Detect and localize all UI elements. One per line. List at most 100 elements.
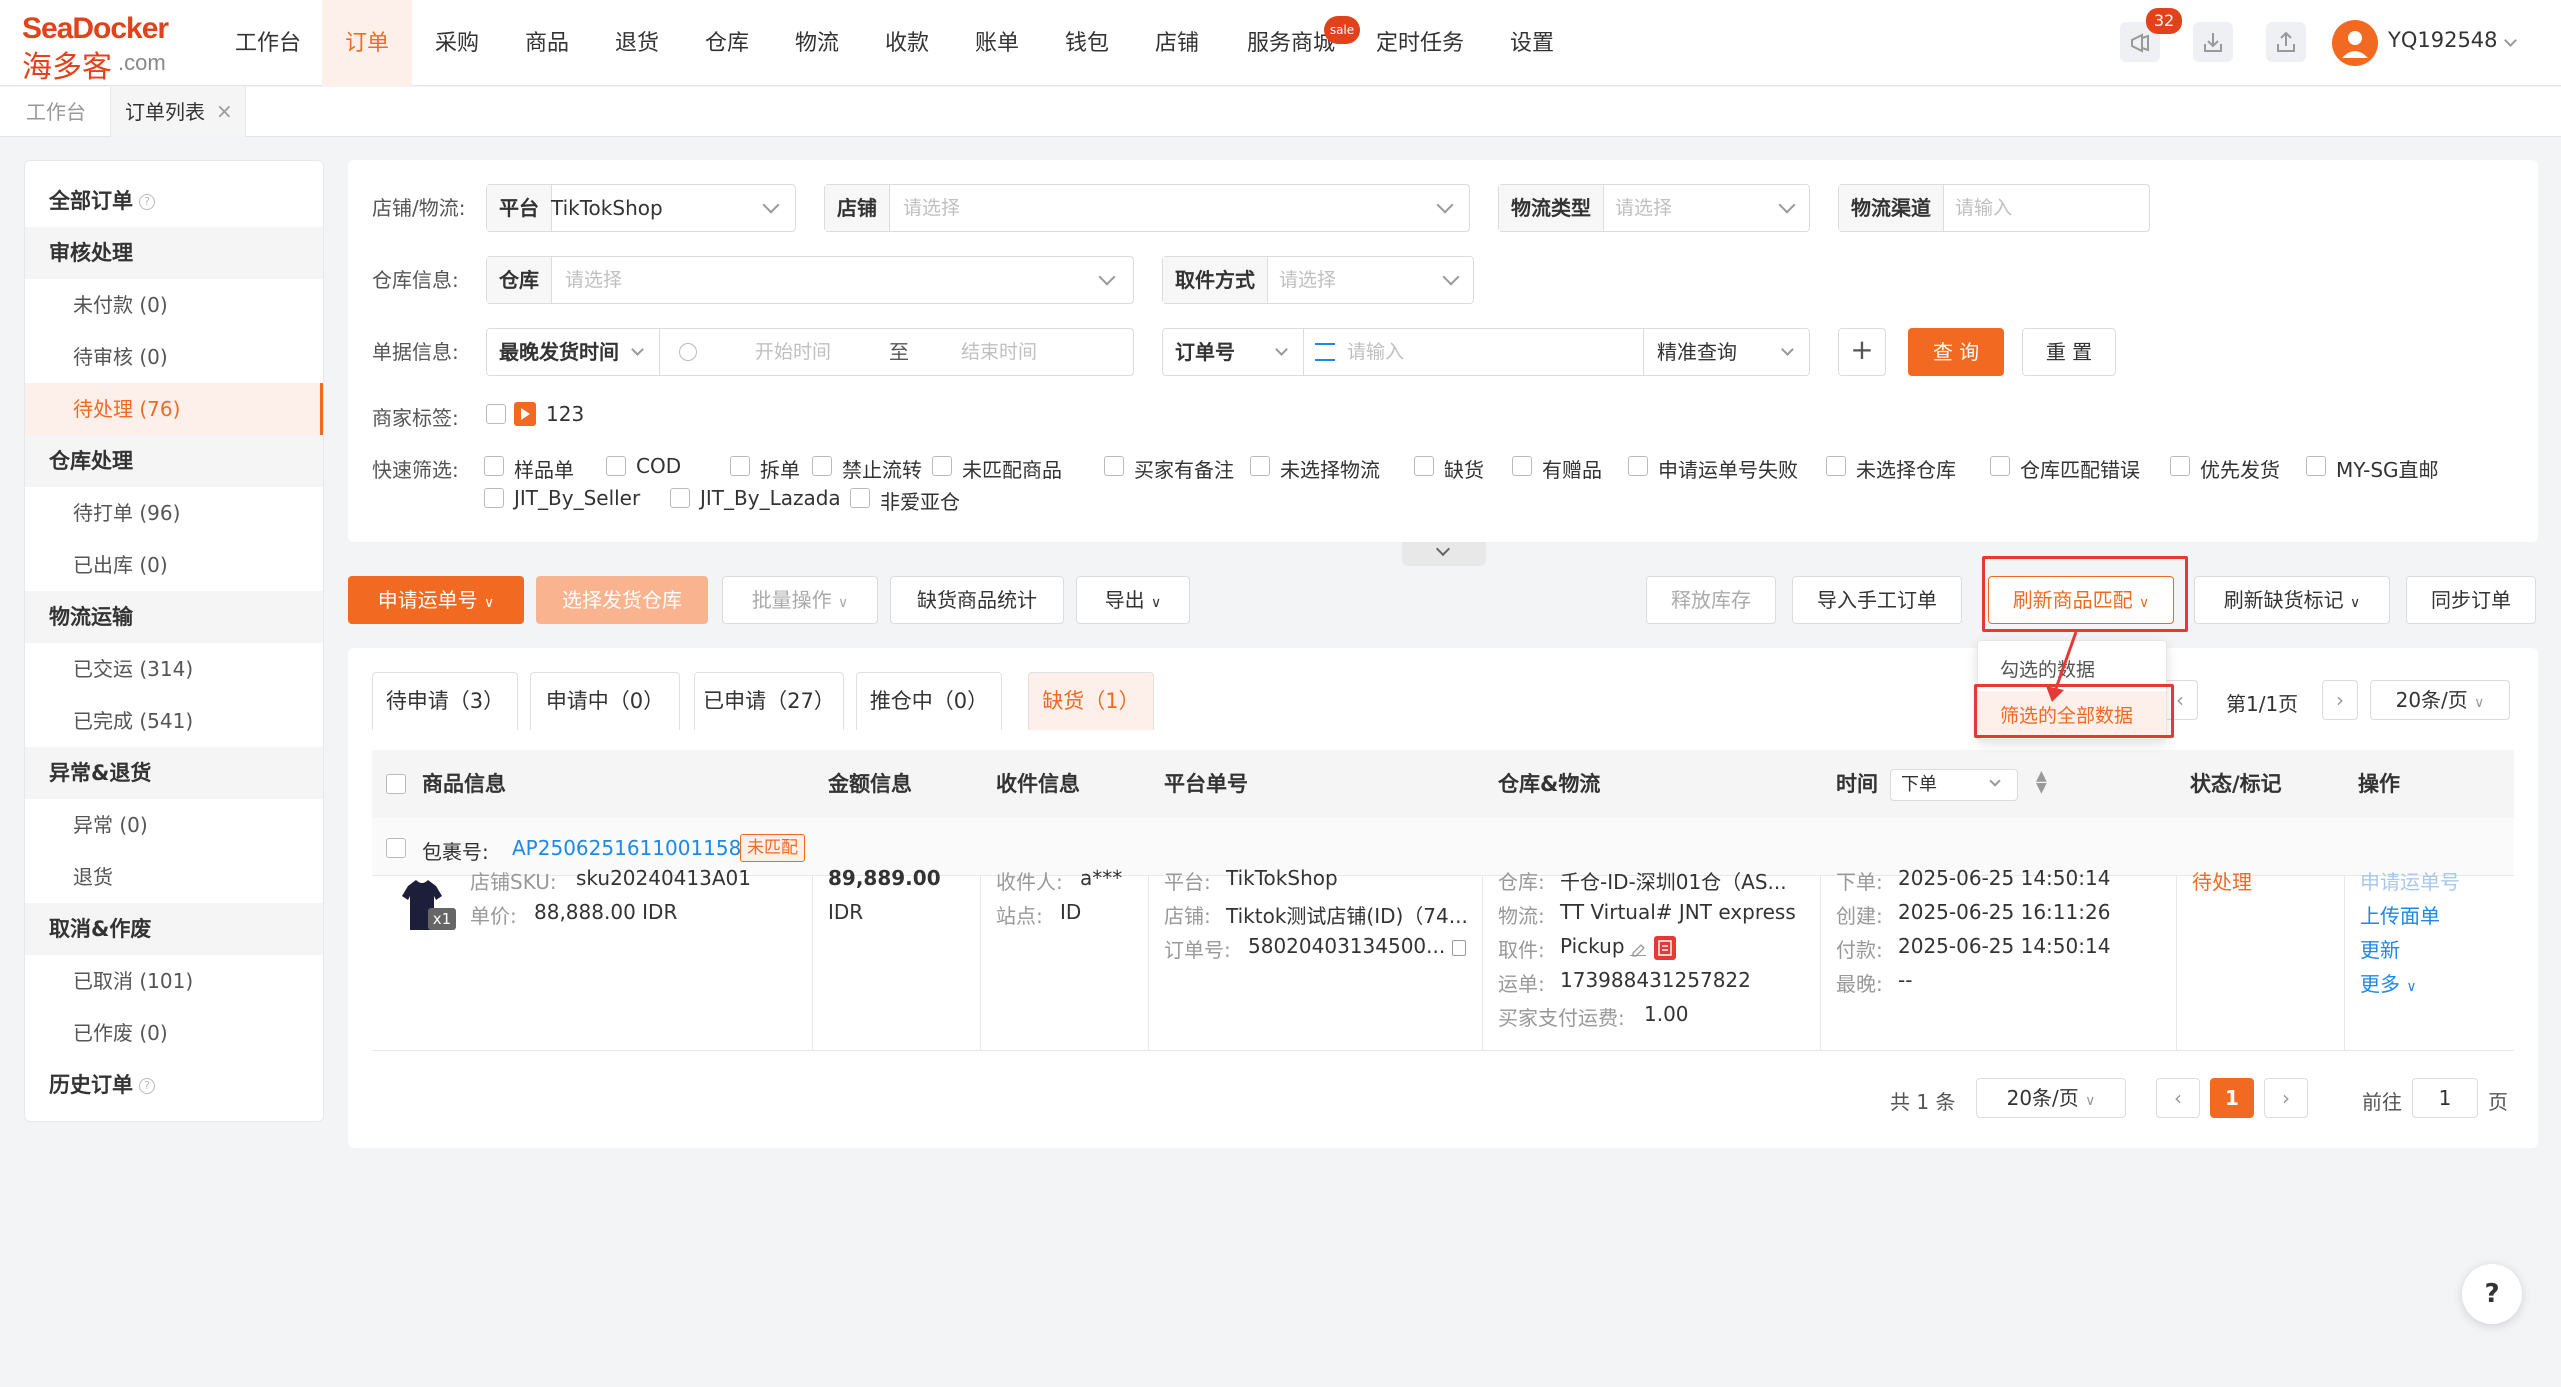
order-field-select[interactable]: 订单号 — [1175, 329, 1235, 375]
next-page-button[interactable]: › — [2264, 1078, 2308, 1118]
avatar[interactable] — [2332, 20, 2378, 66]
sidebar-item-shipped-out[interactable]: 已出库 (0) — [25, 539, 323, 591]
product-thumbnail[interactable]: x1 — [394, 866, 456, 938]
sidebar-history-orders[interactable]: 历史订单? — [25, 1059, 323, 1111]
nav-orders[interactable]: 订单 — [322, 0, 412, 86]
time-sort-select[interactable]: 下单 — [1890, 769, 2018, 801]
refresh-stockout-mark-button[interactable]: 刷新缺货标记 ∨ — [2194, 576, 2390, 624]
copy-icon[interactable] — [1452, 940, 1466, 956]
package-checkbox[interactable] — [386, 838, 406, 858]
sidebar-item-to-print[interactable]: 待打单 (96) — [25, 487, 323, 539]
tab-workbench[interactable]: 工作台 — [12, 87, 100, 137]
sidebar-group-cancel[interactable]: 取消&作废 — [25, 903, 323, 955]
quick-filter-checkbox[interactable] — [730, 456, 750, 476]
quick-filter-label[interactable]: 非爱亚仓 — [880, 486, 960, 515]
query-button[interactable]: 查 询 — [1908, 328, 2004, 376]
tag-checkbox[interactable] — [486, 404, 506, 424]
quick-filter-checkbox[interactable] — [812, 456, 832, 476]
page-size-select-top[interactable]: 20条/页 ∨ — [2370, 680, 2510, 720]
sidebar-group-review[interactable]: 审核处理 — [25, 227, 323, 279]
quick-filter-label[interactable]: 仓库匹配错误 — [2020, 454, 2140, 483]
update-link[interactable]: 更新 — [2360, 934, 2400, 963]
subtab-to-apply[interactable]: 待申请（3） — [372, 672, 518, 730]
quick-filter-label[interactable]: 有赠品 — [1542, 454, 1602, 483]
select-all-checkbox[interactable] — [386, 774, 406, 794]
quick-filter-label[interactable]: JIT_By_Lazada — [700, 486, 841, 510]
upload-icon[interactable] — [2266, 22, 2306, 62]
more-link[interactable]: 更多 ∨ — [2360, 968, 2417, 997]
select-warehouse-button[interactable]: 选择发货仓库 — [536, 576, 708, 624]
sort-icon[interactable]: ▲ ▼ — [2036, 769, 2047, 795]
quick-filter-checkbox[interactable] — [1104, 456, 1124, 476]
nav-shops[interactable]: 店铺 — [1140, 0, 1214, 86]
nav-returns[interactable]: 退货 — [600, 0, 674, 86]
sidebar-group-exceptions[interactable]: 异常&退货 — [25, 747, 323, 799]
quick-filter-checkbox[interactable] — [1512, 456, 1532, 476]
quick-filter-label[interactable]: 申请运单号失败 — [1658, 454, 1798, 483]
download-icon[interactable] — [2193, 22, 2233, 62]
sidebar-item-voided[interactable]: 已作废 (0) — [25, 1007, 323, 1059]
quick-filter-checkbox[interactable] — [1826, 456, 1846, 476]
user-chevron-down-icon[interactable] — [2504, 34, 2517, 47]
order-number-search[interactable]: 订单号 请输入 精准查询 — [1162, 328, 1810, 376]
shop-select[interactable]: 店铺 请选择 — [824, 184, 1470, 232]
platform-select[interactable]: 平台 TikTokShop — [486, 184, 796, 232]
sync-orders-button[interactable]: 同步订单 — [2406, 576, 2536, 624]
quick-filter-checkbox[interactable] — [670, 488, 690, 508]
end-time-input[interactable]: 结束时间 — [961, 329, 1037, 375]
quick-filter-label[interactable]: JIT_By_Seller — [514, 486, 640, 510]
nav-logistics[interactable]: 物流 — [780, 0, 854, 86]
quick-filter-checkbox[interactable] — [932, 456, 952, 476]
quick-filter-checkbox[interactable] — [850, 488, 870, 508]
nav-products[interactable]: 商品 — [510, 0, 584, 86]
quick-filter-checkbox[interactable] — [606, 456, 626, 476]
export-button[interactable]: 导出 ∨ — [1076, 576, 1190, 624]
reset-button[interactable]: 重 置 — [2022, 328, 2116, 376]
logistics-type-select[interactable]: 物流类型 请选择 — [1498, 184, 1810, 232]
nav-purchase[interactable]: 采购 — [420, 0, 494, 86]
package-number-link[interactable]: AP2506251611001158 — [512, 836, 741, 860]
quick-filter-label[interactable]: 样品单 — [514, 454, 574, 483]
start-time-input[interactable]: 开始时间 — [755, 329, 831, 375]
subtab-pushing[interactable]: 推仓中（0） — [856, 672, 1002, 730]
quick-filter-checkbox[interactable] — [1250, 456, 1270, 476]
release-stock-button[interactable]: 释放库存 — [1646, 576, 1776, 624]
date-range-picker[interactable]: 最晚发货时间 开始时间 至 结束时间 — [486, 328, 1134, 376]
sidebar-item-completed[interactable]: 已完成 (541) — [25, 695, 323, 747]
nav-scheduled-tasks[interactable]: 定时任务 — [1368, 0, 1472, 86]
quick-filter-checkbox[interactable] — [1628, 456, 1648, 476]
quick-filter-label[interactable]: 缺货 — [1444, 454, 1484, 483]
apply-tracking-button[interactable]: 申请运单号 ∨ — [348, 576, 524, 624]
sidebar-group-transport[interactable]: 物流运输 — [25, 591, 323, 643]
quick-filter-label[interactable]: 未选择仓库 — [1856, 454, 1956, 483]
quick-filter-label[interactable]: 未选择物流 — [1280, 454, 1380, 483]
nav-payments[interactable]: 收款 — [870, 0, 944, 86]
sidebar-item-pending-review[interactable]: 待审核 (0) — [25, 331, 323, 383]
warehouse-select[interactable]: 仓库 请选择 — [486, 256, 1134, 304]
quick-filter-label[interactable]: 拆单 — [760, 454, 800, 483]
import-manual-order-button[interactable]: 导入手工订单 — [1792, 576, 1962, 624]
quick-filter-label[interactable]: 禁止流转 — [842, 454, 922, 483]
batch-operation-button[interactable]: 批量操作 ∨ — [722, 576, 878, 624]
sidebar-item-returns[interactable]: 退货 — [25, 851, 323, 903]
sidebar-item-exception[interactable]: 异常 (0) — [25, 799, 323, 851]
page-size-select[interactable]: 20条/页 ∨ — [1976, 1078, 2126, 1118]
quick-filter-checkbox[interactable] — [1990, 456, 2010, 476]
logistics-channel-input[interactable]: 物流渠道 请输入 — [1838, 184, 2150, 232]
subtab-stockout[interactable]: 缺货（1） — [1028, 672, 1154, 730]
username[interactable]: YQ192548 — [2388, 28, 2498, 52]
apply-tracking-link[interactable]: 申请运单号 — [2360, 866, 2460, 895]
nav-bills[interactable]: 账单 — [960, 0, 1034, 86]
tab-close-icon[interactable]: × — [216, 99, 233, 123]
quick-filter-label[interactable]: 买家有备注 — [1134, 454, 1234, 483]
order-number-input[interactable]: 请输入 — [1347, 329, 1404, 375]
quick-filter-checkbox[interactable] — [484, 456, 504, 476]
quick-filter-label[interactable]: 优先发货 — [2200, 454, 2280, 483]
subtab-applying[interactable]: 申请中（0） — [530, 672, 680, 730]
sidebar-item-cancelled[interactable]: 已取消 (101) — [25, 955, 323, 1007]
time-type-select[interactable]: 最晚发货时间 — [499, 329, 619, 375]
quick-filter-label[interactable]: COD — [636, 454, 681, 478]
sidebar-item-to-process[interactable]: 待处理 (76) — [25, 383, 323, 435]
goto-page-input[interactable]: 1 — [2412, 1078, 2478, 1118]
pickup-method-select[interactable]: 取件方式 请选择 — [1162, 256, 1474, 304]
